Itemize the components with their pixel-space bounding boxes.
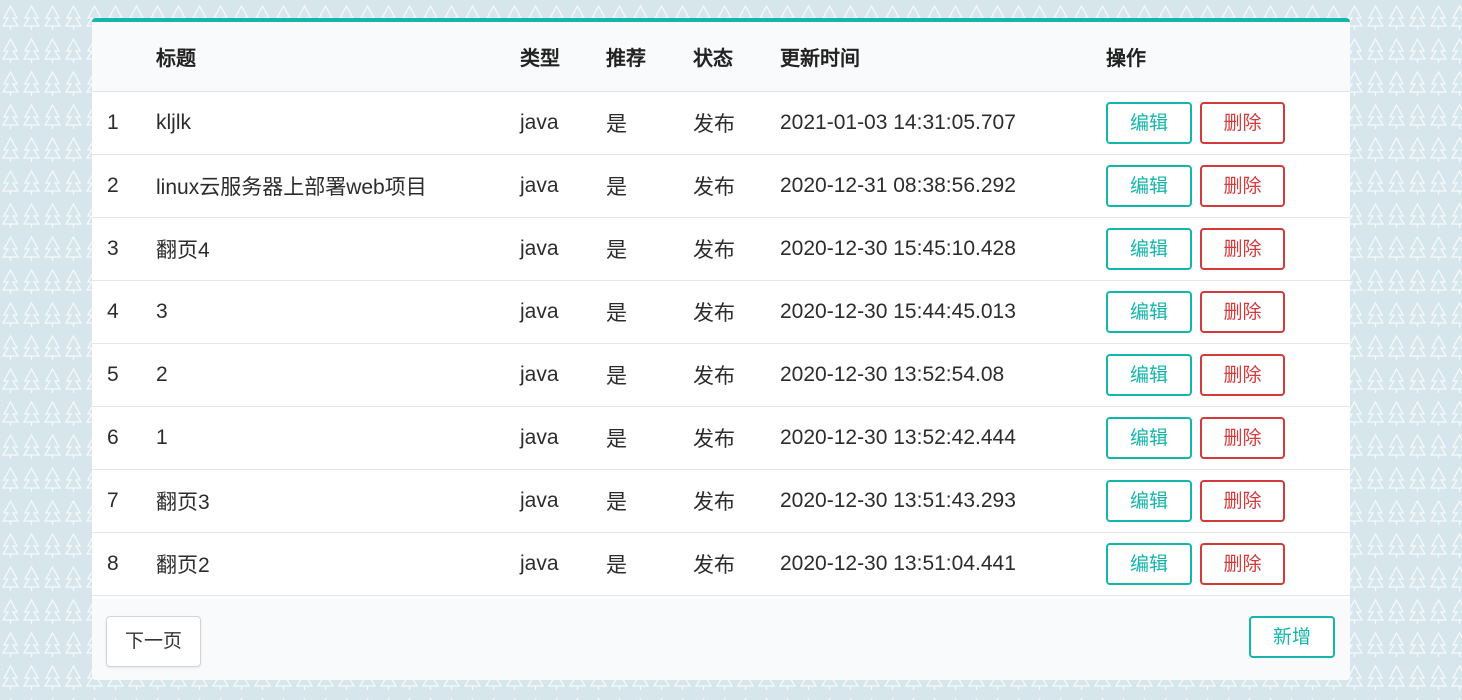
row-type: java <box>520 154 606 218</box>
row-index: 2 <box>92 154 156 218</box>
table-row: 3 翻页4 java 是 发布 2020-12-30 15:45:10.428 … <box>92 217 1350 281</box>
header-title: 标题 <box>156 22 520 92</box>
row-title: linux云服务器上部署web项目 <box>156 154 520 218</box>
table-row: 8 翻页2 java 是 发布 2020-12-30 13:51:04.441 … <box>92 532 1350 596</box>
row-updated-time: 2020-12-30 13:52:42.444 <box>780 406 1106 470</box>
row-recommend: 是 <box>606 532 693 596</box>
header-recommend: 推荐 <box>606 22 693 92</box>
row-title: 1 <box>156 406 520 470</box>
row-title: 2 <box>156 343 520 407</box>
row-status: 发布 <box>693 469 780 533</box>
edit-button[interactable]: 编辑 <box>1106 227 1192 270</box>
delete-button[interactable]: 删除 <box>1200 227 1285 270</box>
row-recommend: 是 <box>606 154 693 218</box>
row-status: 发布 <box>693 406 780 470</box>
edit-button[interactable]: 编辑 <box>1106 542 1192 585</box>
row-actions: 编辑 删除 <box>1106 343 1350 407</box>
row-status: 发布 <box>693 343 780 407</box>
edit-button[interactable]: 编辑 <box>1106 416 1192 459</box>
table-row: 7 翻页3 java 是 发布 2020-12-30 13:51:43.293 … <box>92 469 1350 533</box>
delete-button[interactable]: 删除 <box>1200 101 1285 144</box>
table-row: 6 1 java 是 发布 2020-12-30 13:52:42.444 编辑… <box>92 406 1350 470</box>
row-type: java <box>520 91 606 155</box>
row-status: 发布 <box>693 91 780 155</box>
row-updated-time: 2020-12-31 08:38:56.292 <box>780 154 1106 218</box>
row-updated-time: 2020-12-30 15:44:45.013 <box>780 280 1106 344</box>
edit-button[interactable]: 编辑 <box>1106 101 1192 144</box>
delete-button[interactable]: 删除 <box>1200 479 1285 522</box>
row-index: 1 <box>92 91 156 155</box>
row-actions: 编辑 删除 <box>1106 469 1350 533</box>
next-page-button[interactable]: 下一页 <box>106 616 201 667</box>
table-header-row: 标题 类型 推荐 状态 更新时间 操作 <box>92 22 1350 92</box>
article-table-card: 标题 类型 推荐 状态 更新时间 操作 1 kljlk java 是 发布 20… <box>92 18 1350 680</box>
row-type: java <box>520 406 606 470</box>
table-footer: 下一页 新增 <box>92 599 1350 680</box>
row-status: 发布 <box>693 217 780 281</box>
row-recommend: 是 <box>606 91 693 155</box>
row-recommend: 是 <box>606 343 693 407</box>
row-status: 发布 <box>693 532 780 596</box>
edit-button[interactable]: 编辑 <box>1106 290 1192 333</box>
row-actions: 编辑 删除 <box>1106 217 1350 281</box>
row-recommend: 是 <box>606 217 693 281</box>
row-recommend: 是 <box>606 280 693 344</box>
delete-button[interactable]: 删除 <box>1200 353 1285 396</box>
delete-button[interactable]: 删除 <box>1200 416 1285 459</box>
row-type: java <box>520 217 606 281</box>
header-index <box>92 22 156 92</box>
row-type: java <box>520 280 606 344</box>
row-recommend: 是 <box>606 469 693 533</box>
row-title: 翻页3 <box>156 469 520 533</box>
delete-button[interactable]: 删除 <box>1200 542 1285 585</box>
header-updated-time: 更新时间 <box>780 22 1106 92</box>
row-index: 7 <box>92 469 156 533</box>
add-button[interactable]: 新增 <box>1249 616 1335 658</box>
row-actions: 编辑 删除 <box>1106 280 1350 344</box>
edit-button[interactable]: 编辑 <box>1106 479 1192 522</box>
table-row: 2 linux云服务器上部署web项目 java 是 发布 2020-12-31… <box>92 154 1350 218</box>
row-actions: 编辑 删除 <box>1106 154 1350 218</box>
row-updated-time: 2021-01-03 14:31:05.707 <box>780 91 1106 155</box>
row-actions: 编辑 删除 <box>1106 406 1350 470</box>
row-index: 6 <box>92 406 156 470</box>
header-status: 状态 <box>693 22 780 92</box>
row-type: java <box>520 532 606 596</box>
row-recommend: 是 <box>606 406 693 470</box>
row-title: 翻页2 <box>156 532 520 596</box>
row-updated-time: 2020-12-30 15:45:10.428 <box>780 217 1106 281</box>
edit-button[interactable]: 编辑 <box>1106 164 1192 207</box>
table-row: 5 2 java 是 发布 2020-12-30 13:52:54.08 编辑删… <box>92 343 1350 407</box>
row-updated-time: 2020-12-30 13:52:54.08 <box>780 343 1106 407</box>
row-title: kljlk <box>156 91 520 155</box>
row-updated-time: 2020-12-30 13:51:43.293 <box>780 469 1106 533</box>
article-table: 标题 类型 推荐 状态 更新时间 操作 1 kljlk java 是 发布 20… <box>92 22 1350 596</box>
row-updated-time: 2020-12-30 13:51:04.441 <box>780 532 1106 596</box>
table-row: 1 kljlk java 是 发布 2021-01-03 14:31:05.70… <box>92 91 1350 155</box>
row-title: 翻页4 <box>156 217 520 281</box>
edit-button[interactable]: 编辑 <box>1106 353 1192 396</box>
row-title: 3 <box>156 280 520 344</box>
row-actions: 编辑 删除 <box>1106 91 1350 155</box>
row-type: java <box>520 343 606 407</box>
row-index: 4 <box>92 280 156 344</box>
row-index: 5 <box>92 343 156 407</box>
delete-button[interactable]: 删除 <box>1200 290 1285 333</box>
row-index: 8 <box>92 532 156 596</box>
row-actions: 编辑 删除 <box>1106 532 1350 596</box>
row-status: 发布 <box>693 154 780 218</box>
delete-button[interactable]: 删除 <box>1200 164 1285 207</box>
row-index: 3 <box>92 217 156 281</box>
header-type: 类型 <box>520 22 606 92</box>
row-type: java <box>520 469 606 533</box>
table-row: 4 3 java 是 发布 2020-12-30 15:44:45.013 编辑… <box>92 280 1350 344</box>
header-actions: 操作 <box>1106 22 1350 92</box>
row-status: 发布 <box>693 280 780 344</box>
